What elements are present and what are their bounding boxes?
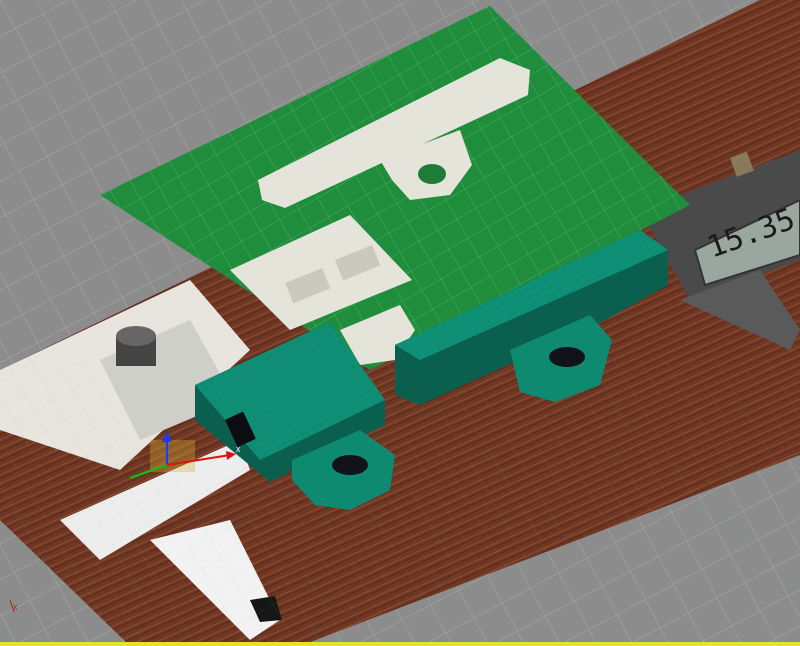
corner-axis-x-label: x [13,602,18,612]
viewport-scene[interactable]: 15.35 x x [0,0,800,646]
gizmo-x-label: x [236,444,241,454]
viewport-status-bar [0,642,800,646]
3d-viewport[interactable]: 15.35 x x [0,0,800,646]
